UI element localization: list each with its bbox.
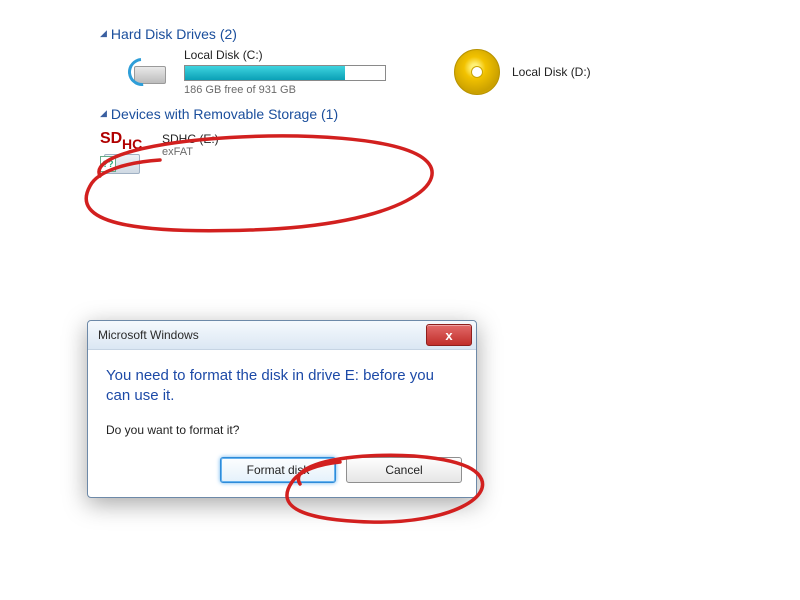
- optical-disc-icon: [454, 49, 500, 95]
- sdhc-card-icon: SD HC ??: [100, 132, 152, 174]
- dialog-question: Do you want to format it?: [106, 423, 458, 437]
- drive-d-label: Local Disk (D:): [512, 65, 591, 79]
- close-button[interactable]: x: [426, 324, 472, 346]
- close-icon: x: [445, 329, 452, 342]
- section-header-hdd[interactable]: ◢ Hard Disk Drives (2): [100, 26, 800, 42]
- format-dialog: Microsoft Windows x You need to format t…: [87, 320, 477, 498]
- drive-e[interactable]: SD HC ?? SDHC (E:) exFAT: [100, 128, 416, 184]
- drive-c[interactable]: Local Disk (C:) 186 GB free of 931 GB: [184, 48, 386, 96]
- cancel-button[interactable]: Cancel: [346, 457, 462, 483]
- section-header-removable[interactable]: ◢ Devices with Removable Storage (1): [100, 106, 800, 122]
- drive-c-freespace: 186 GB free of 931 GB: [184, 84, 386, 96]
- dialog-titlebar[interactable]: Microsoft Windows x: [88, 321, 476, 350]
- section-header-removable-label: Devices with Removable Storage (1): [111, 106, 338, 122]
- drive-e-label: SDHC (E:): [162, 132, 219, 146]
- format-disk-button[interactable]: Format disk: [220, 457, 336, 483]
- collapse-arrow-icon: ◢: [100, 28, 107, 39]
- hard-disk-icon: [130, 52, 170, 92]
- drive-c-usage-bar: [184, 65, 386, 81]
- drive-d[interactable]: Local Disk (D:): [454, 49, 591, 95]
- collapse-arrow-icon: ◢: [100, 108, 107, 119]
- dialog-title: Microsoft Windows: [98, 328, 199, 342]
- section-header-hdd-label: Hard Disk Drives (2): [111, 26, 237, 42]
- dialog-message: You need to format the disk in drive E: …: [106, 366, 458, 407]
- drive-c-label: Local Disk (C:): [184, 48, 386, 62]
- dialog-actions: Format disk Cancel: [88, 443, 476, 497]
- drive-e-filesystem: exFAT: [162, 146, 219, 158]
